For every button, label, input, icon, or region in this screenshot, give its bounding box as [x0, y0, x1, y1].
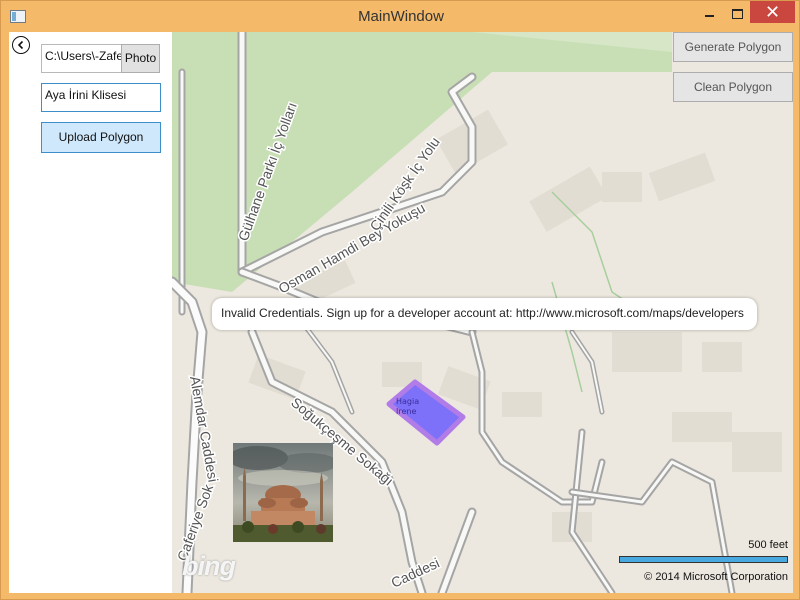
- back-button[interactable]: [12, 36, 30, 54]
- copyright-text: © 2014 Microsoft Corporation: [644, 571, 788, 583]
- left-panel: C:\Users\-Zafe Photo Aya İrini Klisesi U…: [9, 32, 172, 593]
- client-area: C:\Users\-Zafe Photo Aya İrini Klisesi U…: [9, 32, 793, 593]
- minimize-button[interactable]: [696, 1, 724, 23]
- bing-logo: bing: [182, 551, 236, 581]
- polygon-label-line1: Hagia: [396, 397, 419, 406]
- photo-path-input[interactable]: C:\Users\-Zafe: [41, 44, 121, 73]
- scale-label: 500 feet: [748, 539, 788, 551]
- upload-polygon-button[interactable]: Upload Polygon: [41, 122, 161, 153]
- scale-bar: [619, 556, 788, 563]
- clean-polygon-button[interactable]: Clean Polygon: [673, 72, 793, 102]
- photo-button[interactable]: Photo: [121, 44, 160, 73]
- main-window: MainWindow ✕ C:\Users\-Zafe Photo Aya İr…: [0, 0, 800, 600]
- credentials-error-message: Invalid Credentials. Sign up for a devel…: [212, 298, 757, 330]
- close-button[interactable]: ✕: [750, 1, 795, 23]
- maximize-button[interactable]: [724, 1, 750, 23]
- map-view[interactable]: Gülhane Parkı İç Yolları Osman Hamdi Bey…: [172, 32, 793, 593]
- polygon-label-line2: Irene: [396, 407, 416, 416]
- hagia-sophia-photo: [233, 443, 333, 542]
- place-name-input[interactable]: Aya İrini Klisesi: [41, 83, 161, 112]
- generate-polygon-button[interactable]: Generate Polygon: [673, 32, 793, 62]
- back-arrow-icon: [17, 40, 24, 50]
- uploaded-photo-thumbnail: [233, 443, 333, 542]
- window-title: MainWindow: [358, 8, 444, 25]
- title-bar[interactable]: MainWindow ✕: [1, 1, 800, 32]
